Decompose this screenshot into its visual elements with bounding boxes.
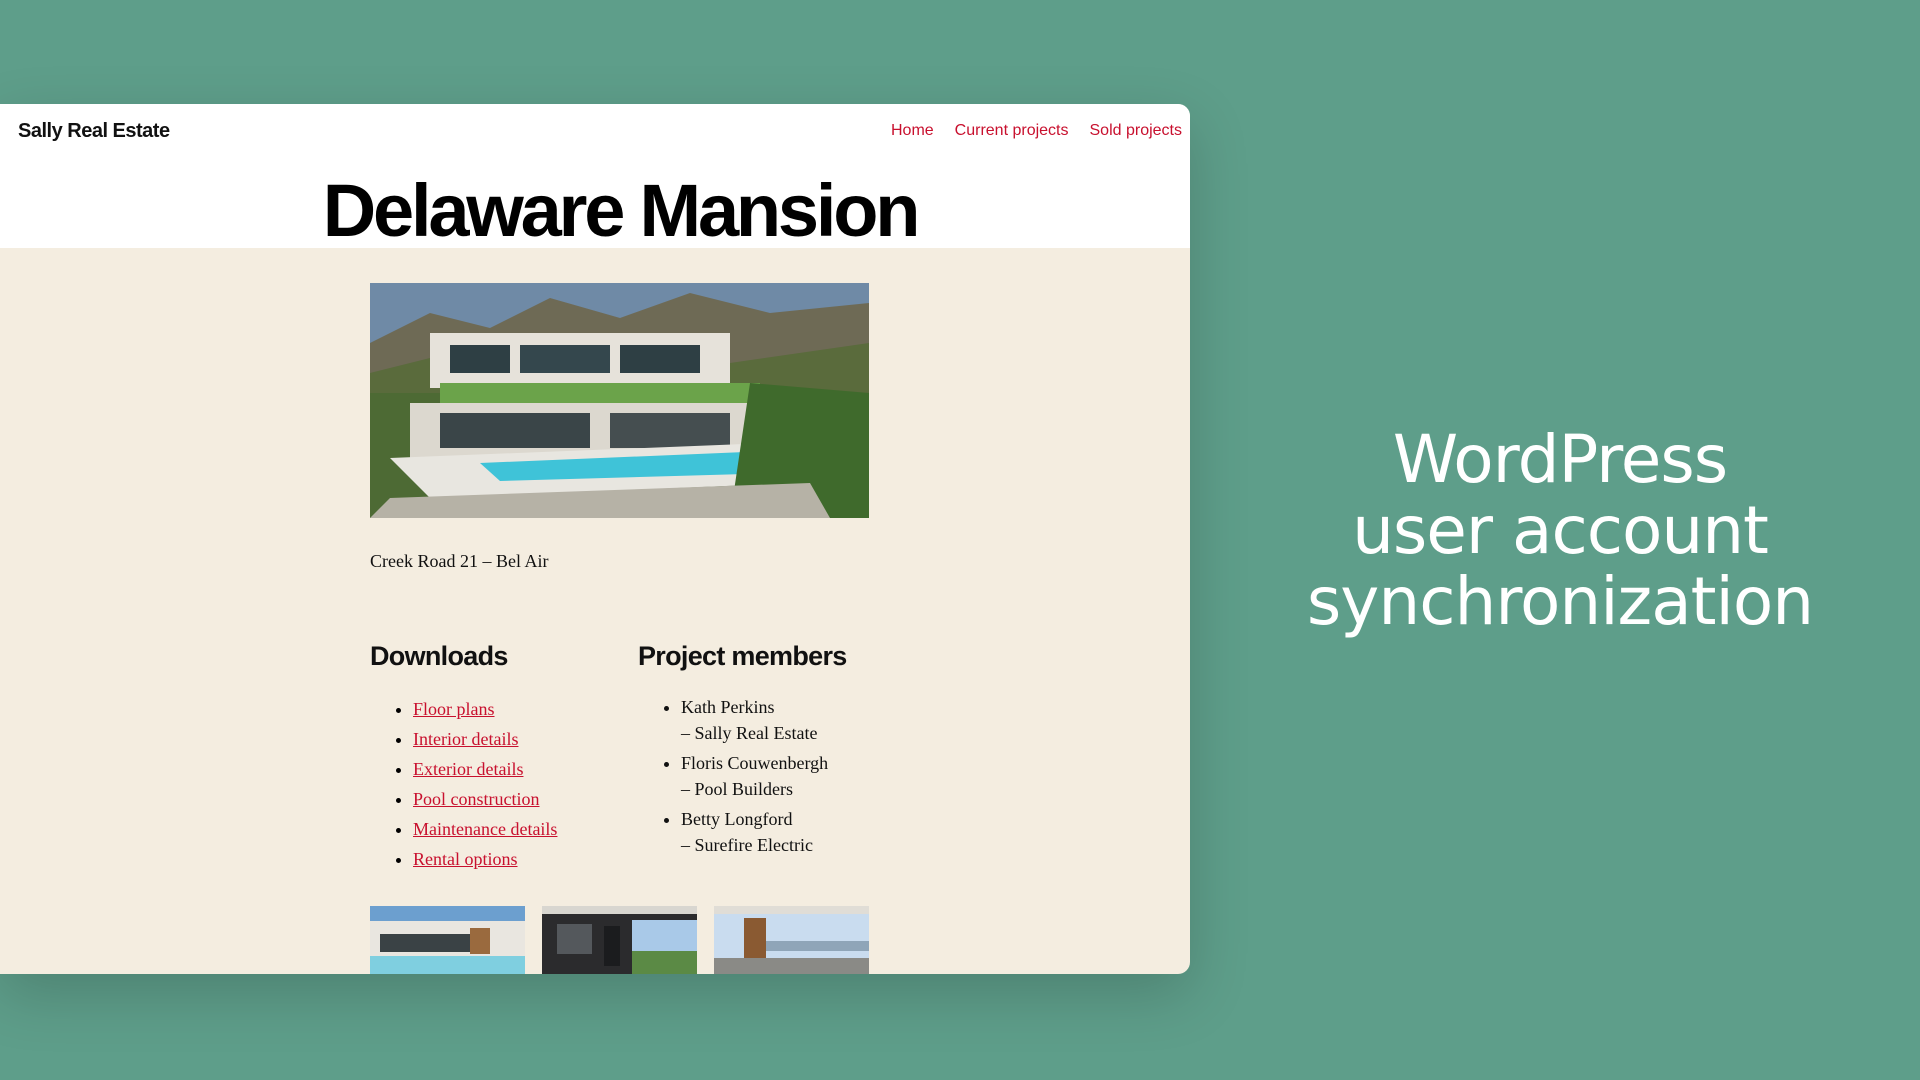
download-link-rental-options[interactable]: Rental options xyxy=(413,849,518,869)
property-address: Creek Road 21 – Bel Air xyxy=(370,551,549,571)
nav-link-current-projects[interactable]: Current projects xyxy=(955,122,1069,140)
download-link-floor-plans[interactable]: Floor plans xyxy=(413,699,495,719)
download-link-exterior-details[interactable]: Exterior details xyxy=(413,759,523,779)
members-heading: Project members xyxy=(638,641,847,671)
member-name: Kath Perkins xyxy=(681,697,775,717)
site-header: Sally Real Estate Home Current projects … xyxy=(0,104,1190,252)
member-name: Floris Couwenbergh xyxy=(681,753,829,773)
member-name: Betty Longford xyxy=(681,809,793,829)
gallery-thumbnail[interactable] xyxy=(542,906,697,974)
hero-image xyxy=(370,283,869,518)
gallery-thumbnail[interactable] xyxy=(370,906,525,974)
member-item: Kath Perkins – Sally Real Estate xyxy=(681,694,828,746)
tagline-line: WordPress xyxy=(1392,421,1728,498)
page-title: Delaware Mansion xyxy=(322,169,921,252)
download-link-maintenance-details[interactable]: Maintenance details xyxy=(413,819,557,839)
members-list: Kath Perkins – Sally Real Estate Floris … xyxy=(638,694,828,862)
member-company: – Surefire Electric xyxy=(681,835,813,855)
site-title[interactable]: Sally Real Estate xyxy=(18,120,170,143)
member-item: Floris Couwenbergh – Pool Builders xyxy=(681,750,828,802)
list-item: Pool construction xyxy=(413,784,557,814)
tagline-line: synchronization xyxy=(1306,563,1814,640)
primary-nav: Home Current projects Sold projects xyxy=(891,122,1182,140)
list-item: Rental options xyxy=(413,844,557,874)
browser-window: Sally Real Estate Home Current projects … xyxy=(0,104,1190,974)
member-company: – Sally Real Estate xyxy=(681,723,818,743)
gallery-thumbnails xyxy=(370,906,869,974)
list-item: Exterior details xyxy=(413,754,557,784)
downloads-heading: Downloads xyxy=(370,641,508,671)
download-link-pool-construction[interactable]: Pool construction xyxy=(413,789,540,809)
tagline: WordPress user account synchronization xyxy=(1230,424,1890,637)
list-item: Floor plans xyxy=(413,694,557,724)
list-item: Maintenance details xyxy=(413,814,557,844)
tagline-line: user account xyxy=(1352,492,1769,569)
member-company: – Pool Builders xyxy=(681,779,794,799)
nav-link-home[interactable]: Home xyxy=(891,122,934,140)
list-item: Interior details xyxy=(413,724,557,754)
gallery-thumbnail[interactable] xyxy=(714,906,869,974)
download-link-interior-details[interactable]: Interior details xyxy=(413,729,518,749)
downloads-list: Floor plans Interior details Exterior de… xyxy=(370,694,557,874)
member-item: Betty Longford – Surefire Electric xyxy=(681,806,828,858)
nav-link-sold-projects[interactable]: Sold projects xyxy=(1090,122,1183,140)
